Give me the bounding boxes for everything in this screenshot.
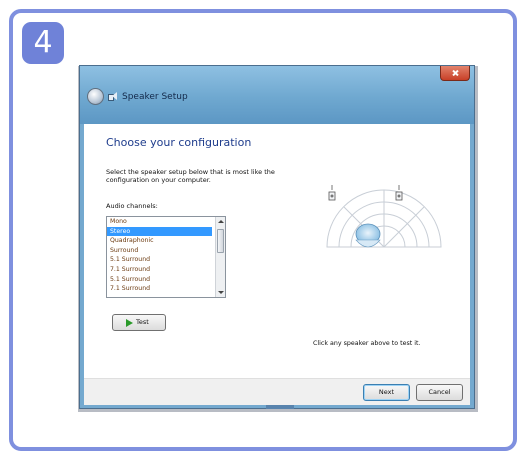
list-item[interactable]: 5.1 Surround [107,255,212,265]
listener-head-icon [355,223,381,248]
speaker-setup-window: Speaker Setup Choose your configuration … [79,65,475,409]
window-title: Speaker Setup [122,92,188,102]
back-arrow-icon[interactable] [87,88,104,105]
cancel-button[interactable]: Cancel [416,384,463,401]
step-badge: 4 [22,22,64,64]
list-item[interactable]: 7.1 Surround [107,284,212,294]
close-icon[interactable] [440,66,470,81]
taskbar-grip [266,405,294,409]
page-heading: Choose your configuration [106,136,252,149]
speaker-icon [108,92,118,101]
test-button-label: Test [136,318,149,326]
content-area: Choose your configuration Select the spe… [84,124,470,378]
test-hint: Click any speaker above to test it. [313,340,421,347]
scroll-down-icon[interactable] [218,291,224,294]
play-icon [126,319,133,327]
page-description: Select the speaker setup below that is m… [106,168,275,184]
test-button[interactable]: Test [112,314,166,331]
scroll-up-icon[interactable] [218,220,224,223]
speaker-left-icon[interactable] [328,185,336,201]
listbox-scrollbar[interactable] [215,217,225,297]
dialog-footer: Next Cancel [84,378,470,405]
list-item[interactable]: 5.1 Surround [107,275,212,285]
audio-channels-label: Audio channels: [106,202,158,210]
list-item[interactable]: Quadraphonic [107,236,212,246]
list-item[interactable]: Mono [107,217,212,227]
scroll-thumb[interactable] [217,229,224,253]
speaker-diagram [326,185,442,248]
list-item[interactable]: Stereo [107,226,212,237]
next-button[interactable]: Next [363,384,410,401]
speaker-right-icon[interactable] [395,185,403,201]
audio-channels-listbox[interactable]: Mono Stereo Quadraphonic Surround 5.1 Su… [106,216,226,298]
list-item[interactable]: 7.1 Surround [107,265,212,275]
title-bar: Speaker Setup [80,66,474,124]
list-item[interactable]: Surround [107,246,212,256]
